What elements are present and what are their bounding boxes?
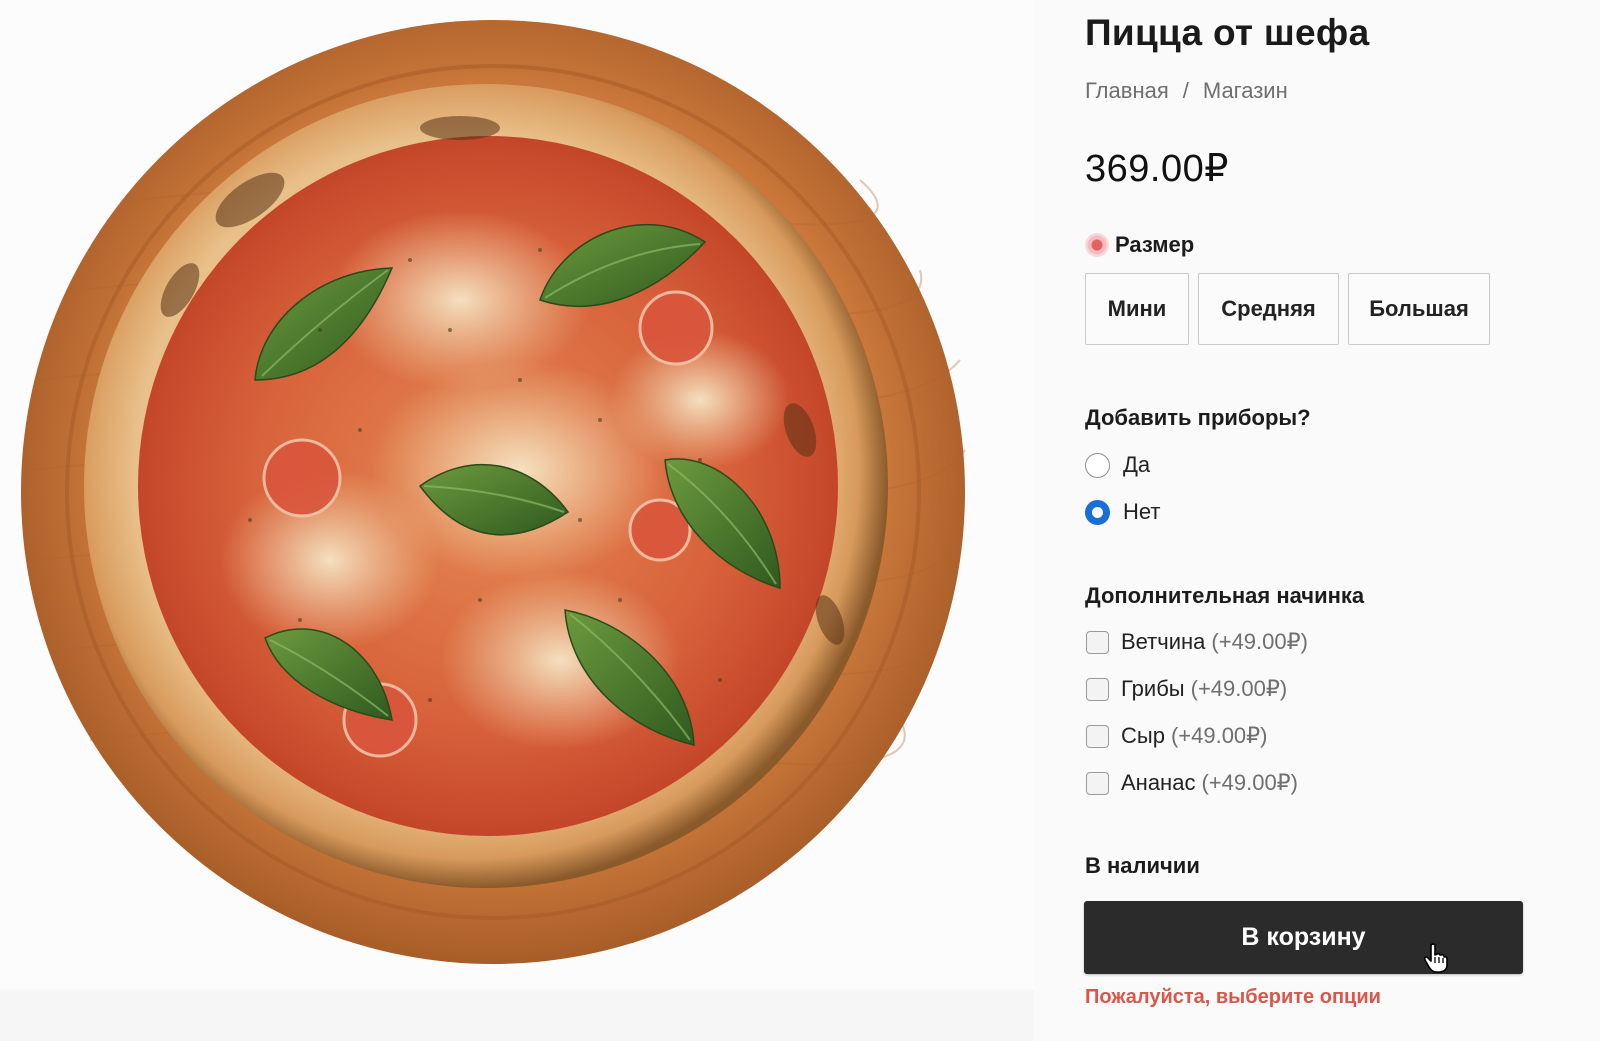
required-indicator-icon [1085,233,1109,257]
checkbox-mushrooms[interactable] [1086,677,1109,701]
size-options: Мини Средняя Большая [1085,273,1490,345]
cutlery-option-yes-label: Да [1123,452,1151,477]
image-bottom-strip [0,990,1034,1041]
topping-cheese-price: (+49.00₽) [1170,723,1268,748]
breadcrumb-home-link[interactable]: Главная [1085,78,1169,103]
toppings-label: Дополнительная начинка [1085,583,1365,608]
hand-pointer-icon [1424,943,1448,973]
size-option-mini[interactable]: Мини [1085,273,1189,345]
product-price: 369.00₽ [1085,148,1229,190]
topping-pineapple[interactable]: Ананас (+49.00₽) [1085,770,1298,796]
breadcrumb-separator: / [1182,78,1189,103]
topping-cheese-name: Сыр [1121,723,1165,748]
topping-ham-price: (+49.00₽) [1211,629,1308,654]
radio-yes[interactable] [1085,452,1110,478]
topping-cheese[interactable]: Сыр (+49.00₽) [1085,723,1268,749]
topping-mushrooms-name: Грибы [1121,676,1185,701]
product-image-panel [0,0,1034,990]
breadcrumb: Главная / Магазин [1085,78,1288,104]
cutlery-option-yes[interactable]: Да [1085,452,1150,478]
add-to-cart-label: В корзину [1241,923,1366,951]
breadcrumb-shop-link[interactable]: Магазин [1203,78,1288,103]
topping-ham-name: Ветчина [1121,629,1206,654]
product-title: Пицца от шефа [1085,12,1370,53]
checkbox-cheese[interactable] [1086,724,1109,748]
topping-ham[interactable]: Ветчина (+49.00₽) [1085,629,1308,655]
cutlery-label: Добавить приборы? [1085,405,1311,430]
topping-mushrooms-price: (+49.00₽) [1190,676,1288,701]
size-option-large[interactable]: Большая [1348,273,1490,345]
size-label-text: Размер [1115,232,1195,257]
cutlery-option-no[interactable]: Нет [1085,499,1160,525]
checkbox-ham[interactable] [1086,630,1109,654]
radio-no[interactable] [1085,499,1110,525]
topping-mushrooms[interactable]: Грибы (+49.00₽) [1085,676,1287,702]
topping-pineapple-price: (+49.00₽) [1201,770,1299,795]
pizza-image [21,20,966,964]
size-label: Размер [1085,232,1194,258]
add-to-cart-button[interactable]: В корзину [1084,901,1523,974]
size-option-medium[interactable]: Средняя [1198,273,1339,345]
topping-pineapple-name: Ананас [1121,770,1196,795]
cutlery-option-no-label: Нет [1123,499,1161,524]
checkbox-pineapple[interactable] [1086,771,1109,795]
stock-status: В наличии [1085,853,1200,878]
error-message: Пожалуйста, выберите опции [1085,986,1381,1008]
